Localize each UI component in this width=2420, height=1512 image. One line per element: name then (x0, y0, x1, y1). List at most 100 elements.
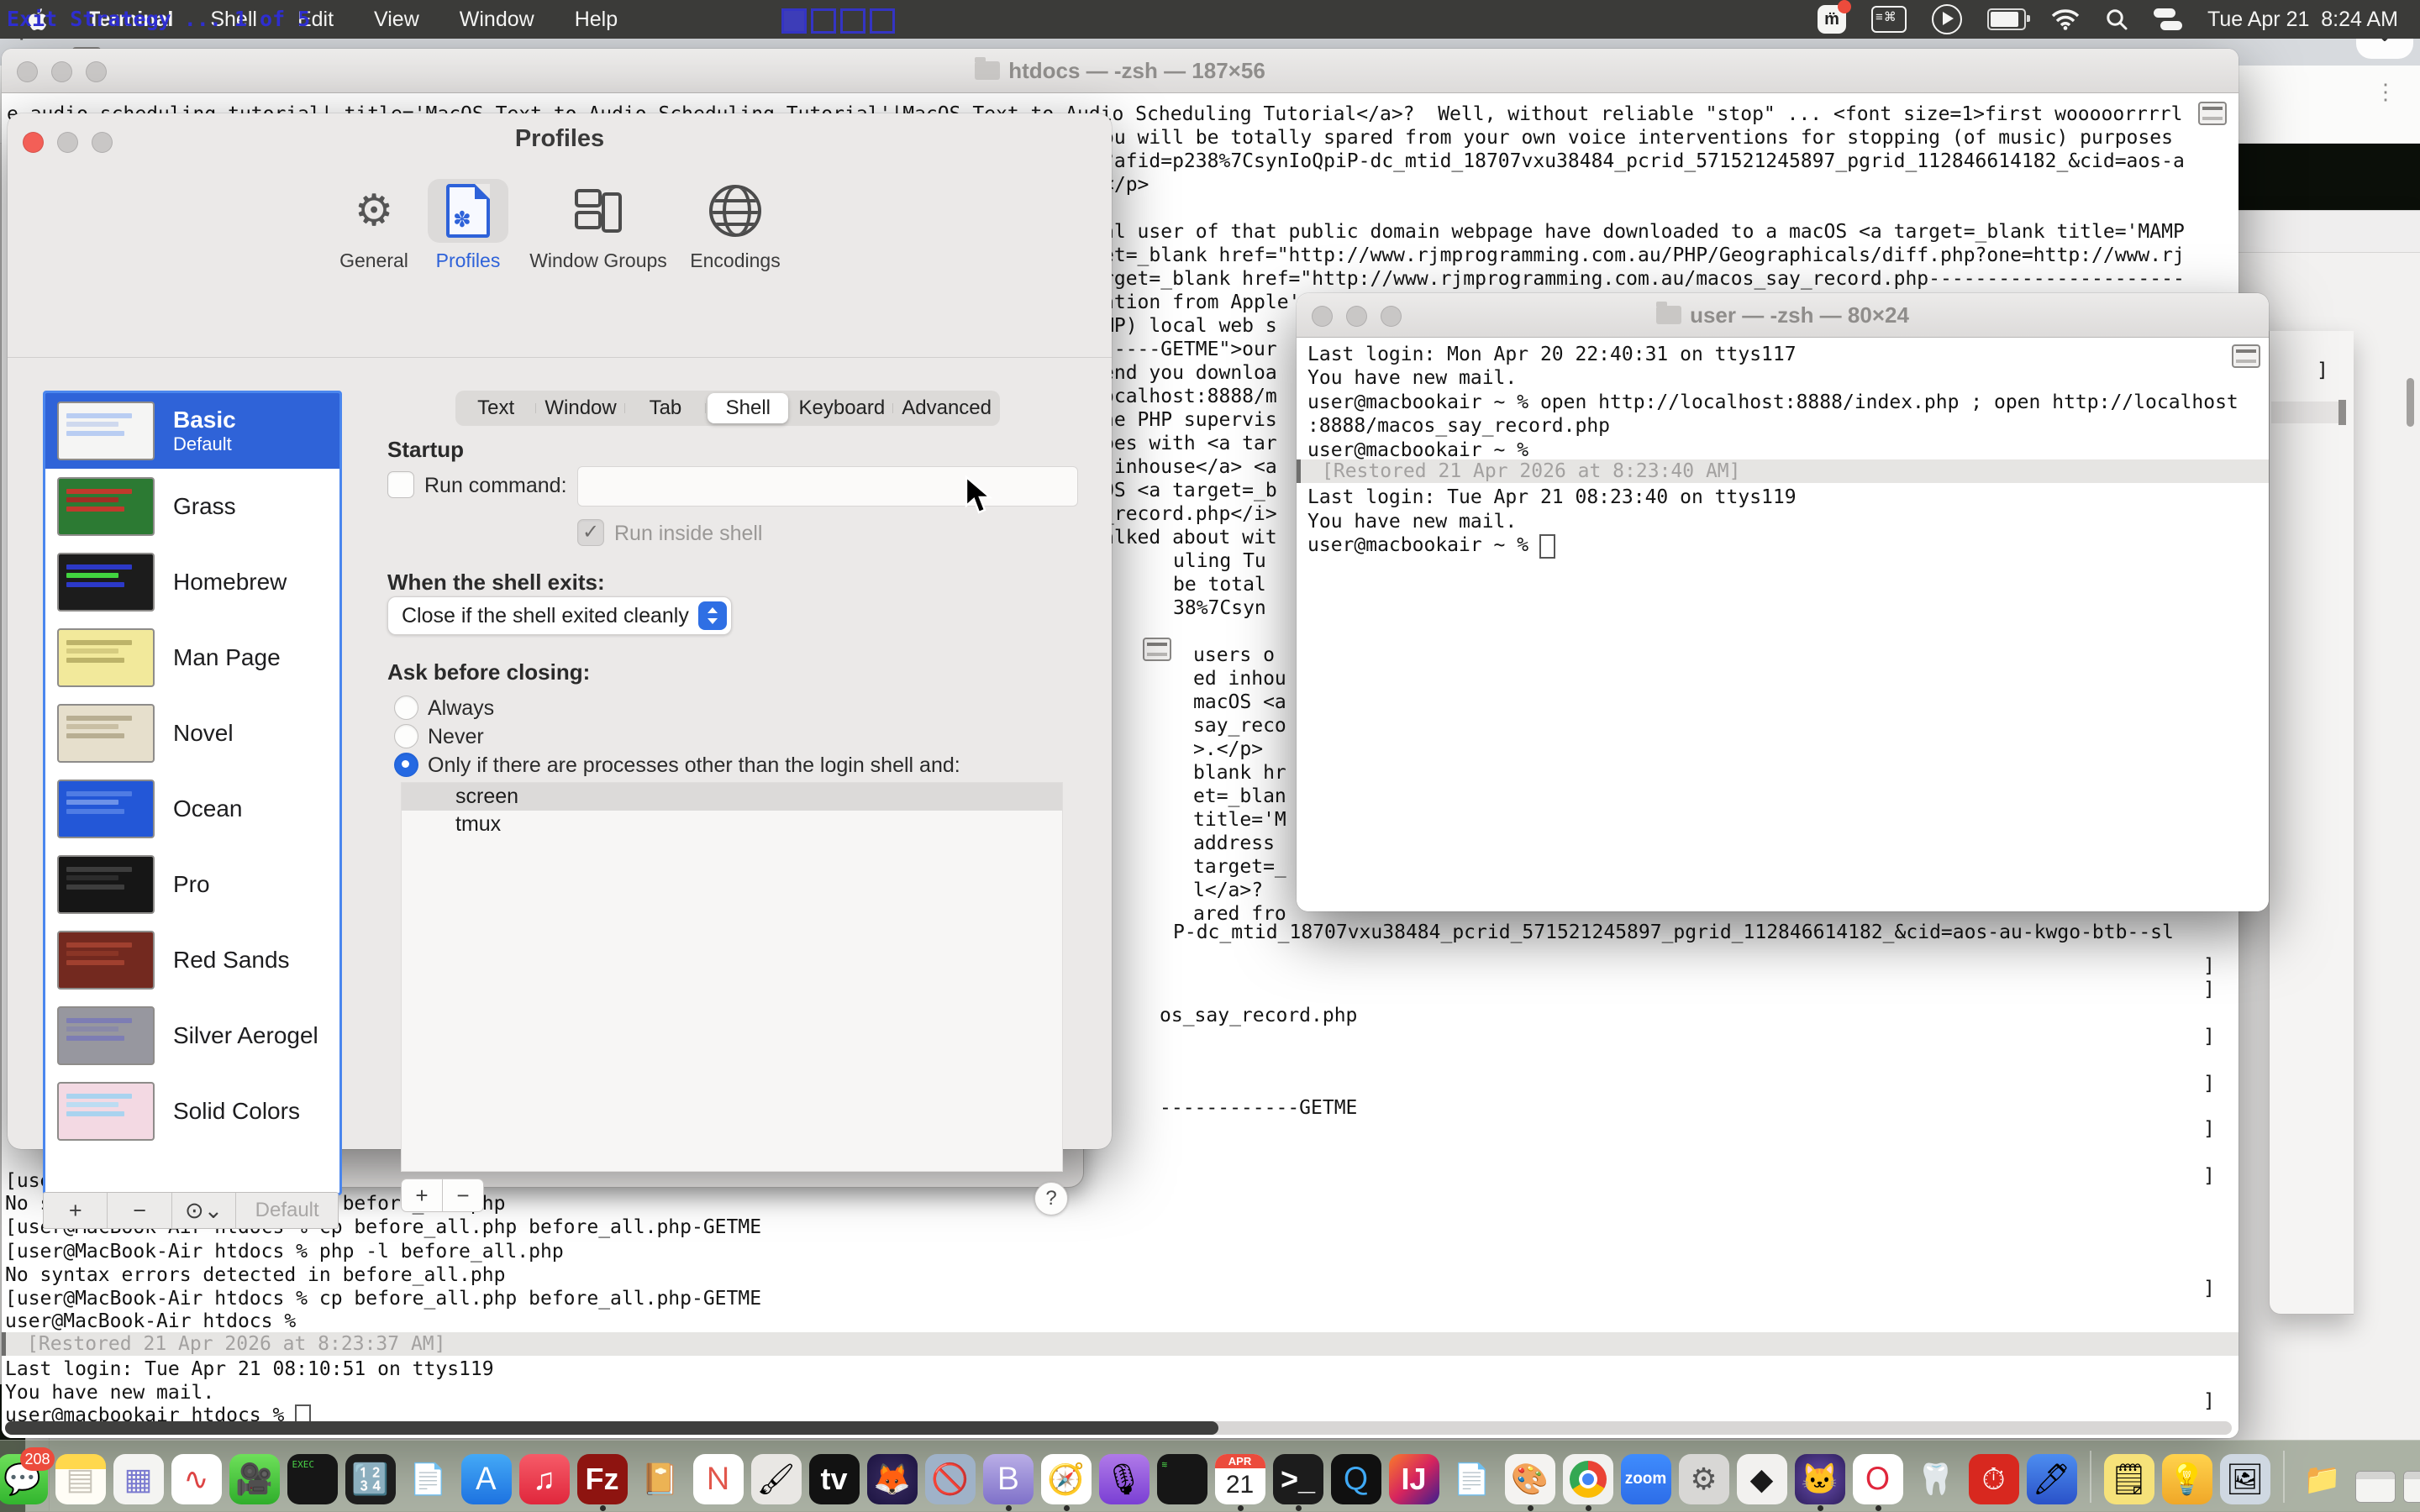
tab-tab[interactable]: Tab (625, 396, 706, 420)
tab-window[interactable]: Window (536, 396, 624, 420)
profile-item-pro[interactable]: Pro (45, 847, 339, 922)
dock-inkscape[interactable]: ◆ (1737, 1454, 1787, 1504)
process-row-screen[interactable]: screen (402, 783, 1062, 811)
dock-gauge-app[interactable]: ⏱ (1969, 1454, 2019, 1504)
dock-quicktime[interactable]: Ｑ (1331, 1454, 1381, 1504)
user-terminal-window[interactable]: user — -zsh — 80×24 Last login: Mon Apr … (1297, 293, 2269, 911)
toolbar-item-profiles[interactable]: Profiles (392, 179, 544, 272)
dock-contacts-book[interactable]: 📔 (635, 1454, 686, 1504)
close-button[interactable] (1312, 306, 1333, 327)
profile-item-basic[interactable]: BasicDefault (45, 393, 339, 469)
dock-stickies[interactable]: 🗒 (2104, 1454, 2154, 1504)
dock-intellij-idea[interactable]: IJ (1389, 1454, 1439, 1504)
add-profile-button[interactable]: + (44, 1193, 108, 1228)
dock-opera[interactable]: Ｏ (1853, 1454, 1903, 1504)
zoom-button[interactable] (1381, 306, 1402, 327)
run-command-checkbox[interactable] (387, 471, 414, 498)
more-menu-icon[interactable]: ⋮ (2375, 86, 2396, 97)
menu-item-window[interactable]: Window (460, 8, 534, 32)
radio-always[interactable] (394, 696, 418, 720)
shell-exits-dropdown[interactable]: Close if the shell exited cleanly (387, 596, 732, 635)
dock-facetime[interactable]: 🎥 (229, 1454, 280, 1504)
radio-only[interactable] (394, 753, 418, 777)
dock-document[interactable]: 📄 (1447, 1454, 1497, 1504)
dock-exec-app[interactable]: EXEC (287, 1454, 338, 1504)
toolbar-item-encodings[interactable]: Encodings (660, 179, 811, 272)
dock-chrome[interactable] (1563, 1454, 1613, 1504)
tab-advanced[interactable]: Advanced (893, 396, 1000, 420)
dock-cat-app[interactable]: 🐱 (1795, 1454, 1845, 1504)
menu-item-help[interactable]: Help (575, 8, 618, 32)
profile-list[interactable]: BasicDefaultGrassHomebrewMan PageNovelOc… (43, 391, 342, 1195)
dock-notes[interactable]: ▤ (55, 1454, 106, 1504)
user-titlebar[interactable]: user — -zsh — 80×24 (1297, 293, 2269, 338)
dock-apple-music[interactable]: ♫ (519, 1454, 570, 1504)
dock-gimp[interactable]: 🖌 (751, 1454, 802, 1504)
dock-app-store[interactable]: Ａ (461, 1454, 512, 1504)
remove-process-button[interactable]: − (443, 1179, 484, 1212)
htdocs-titlebar[interactable]: htdocs — -zsh — 187×56 (2, 49, 2238, 93)
process-list[interactable]: screentmux (401, 782, 1063, 1172)
profile-item-novel[interactable]: Novel (45, 696, 339, 771)
tab-shell[interactable]: Shell (708, 393, 788, 423)
minimized-window-1[interactable] (2355, 1471, 2396, 1503)
dock-apple-tv[interactable]: tv (809, 1454, 860, 1504)
profile-item-homebrew[interactable]: Homebrew (45, 544, 339, 620)
horizontal-scrollbar[interactable] (5, 1421, 2232, 1435)
dock-bulb-app[interactable]: 💡 (2162, 1454, 2212, 1504)
close-button[interactable] (17, 61, 38, 82)
process-row-tmux[interactable]: tmux (402, 811, 1062, 838)
profile-item-grass[interactable]: Grass (45, 469, 339, 544)
terminal-preferences-window[interactable]: Profiles ⚙GeneralProfilesWindow GroupsEn… (8, 113, 1112, 1149)
battery-icon[interactable] (1987, 8, 2026, 30)
tab-text[interactable]: Text (455, 396, 536, 420)
help-button[interactable]: ? (1034, 1182, 1068, 1215)
dock-minimized-photo[interactable]: 🖼 (2220, 1454, 2270, 1504)
scrollbar-thumb[interactable] (2407, 378, 2414, 427)
run-command-input[interactable] (577, 466, 1078, 507)
dock-calendar[interactable]: APR21 (1215, 1454, 1265, 1504)
minimize-button[interactable] (51, 61, 72, 82)
control-center-icon[interactable] (2154, 7, 2182, 32)
dock-calculator[interactable]: 🔢 (345, 1454, 396, 1504)
traffic-lights[interactable] (1312, 306, 1402, 327)
settings-tabs[interactable]: TextWindowTabShellKeyboardAdvanced (455, 391, 1000, 426)
dock-launchpad[interactable]: ▦ (113, 1454, 164, 1504)
profile-actions-menu[interactable]: ⊙⌄ (172, 1193, 236, 1228)
zoom-button[interactable] (86, 61, 107, 82)
dock-firefox[interactable]: 🦊 (867, 1454, 918, 1504)
scrollbar-thumb[interactable] (2338, 400, 2346, 425)
dock-blocked-app[interactable]: 🚫 (925, 1454, 976, 1504)
dock-paint-palette[interactable]: 🎨 (1505, 1454, 1555, 1504)
dock-settings-gear[interactable]: ⚙ (1679, 1454, 1729, 1504)
add-process-button[interactable]: + (401, 1179, 443, 1212)
profile-item-silver-aerogel[interactable]: Silver Aerogel (45, 998, 339, 1074)
menu-item-view[interactable]: View (374, 8, 419, 32)
dock-terminal-green[interactable]: ≋ (1157, 1454, 1207, 1504)
dock-textedit[interactable]: 📄 (403, 1454, 454, 1504)
dock-grapher[interactable]: ∿ (171, 1454, 222, 1504)
dock-downloads-folder[interactable]: 📁 (2297, 1454, 2348, 1504)
dock-zoom[interactable]: zoom (1621, 1454, 1671, 1504)
screen-record-icon[interactable] (1932, 4, 1962, 34)
wifi-icon[interactable] (2051, 8, 2080, 30)
profile-item-ocean[interactable]: Ocean (45, 771, 339, 847)
dock-safari[interactable]: 🧭 (1041, 1454, 1092, 1504)
dock-podcasts[interactable]: 🎙 (1099, 1454, 1150, 1504)
app-notification-icon[interactable]: m̈ (1818, 5, 1846, 34)
search-icon[interactable] (2105, 8, 2128, 31)
dock-messages[interactable]: 💬208 (0, 1454, 48, 1504)
minimized-window-2[interactable] (2403, 1471, 2420, 1503)
dock-pen-app[interactable]: 🖊 (2027, 1454, 2077, 1504)
toolbar-item-window-groups[interactable]: Window Groups (523, 179, 674, 272)
tab-keyboard[interactable]: Keyboard (790, 396, 893, 420)
menu-bar-clock[interactable]: Tue Apr 21 8:24 AM (2207, 8, 2398, 32)
profile-item-solid-colors[interactable]: Solid Colors (45, 1074, 339, 1149)
dock-tooth-app[interactable]: 🦷 (1911, 1454, 1961, 1504)
remove-profile-button[interactable]: − (108, 1193, 171, 1228)
dock-news[interactable]: Ｎ (693, 1454, 744, 1504)
minimize-button[interactable] (1346, 306, 1367, 327)
traffic-lights[interactable] (17, 61, 107, 82)
horizontal-scrollbar-thumb[interactable] (5, 1421, 1218, 1435)
profile-item-red-sands[interactable]: Red Sands (45, 922, 339, 998)
